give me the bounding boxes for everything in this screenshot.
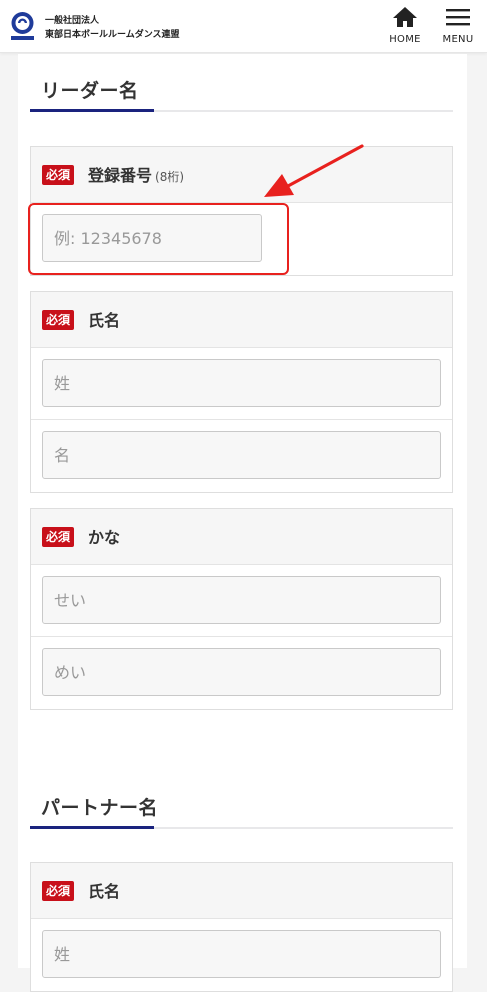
partner-name-field: 必須 氏名 [30, 862, 453, 992]
home-label: HOME [389, 34, 421, 45]
title-underline-accent [30, 109, 154, 112]
leader-section-title-text: リーダー名 [41, 80, 139, 102]
partner-name-header: 必須 氏名 [31, 863, 452, 919]
partner-name-label: 氏名 [88, 882, 121, 901]
leader-name-field: 必須 氏名 [30, 291, 453, 493]
required-badge: 必須 [42, 527, 75, 547]
partner-section-title-text: パートナー名 [41, 797, 159, 819]
leader-surname-kana-row [31, 565, 452, 637]
required-badge: 必須 [42, 310, 75, 330]
site-header: 一般社団法人 東部日本ボールルームダンス連盟 HOME MENU [0, 0, 487, 53]
leader-kana-field: 必須 かな [30, 508, 453, 710]
partner-section-title: パートナー名 [30, 771, 453, 829]
org-line2: 東部日本ボールルームダンス連盟 [45, 30, 180, 40]
registration-number-header: 必須 登録番号 (8桁) [31, 147, 452, 203]
title-underline-accent [30, 826, 154, 829]
organization-name[interactable]: 一般社団法人 東部日本ボールルームダンス連盟 [45, 14, 180, 42]
home-icon [393, 7, 417, 27]
leader-surname-row [31, 348, 452, 420]
leader-given-kana-input[interactable] [42, 648, 441, 696]
leader-surname-input[interactable] [42, 359, 441, 407]
leader-given-kana-row [31, 637, 452, 709]
home-button[interactable]: HOME [380, 6, 430, 48]
menu-label: MENU [442, 34, 474, 45]
leader-kana-label: かな [88, 528, 121, 547]
menu-button[interactable]: MENU [433, 6, 483, 48]
leader-section-title: リーダー名 [30, 54, 453, 112]
hamburger-menu-icon [446, 9, 470, 26]
registration-number-label-text: 登録番号 [88, 166, 153, 185]
leader-name-header: 必須 氏名 [31, 292, 452, 348]
partner-surname-input[interactable] [42, 930, 441, 978]
leader-given-name-input[interactable] [42, 431, 441, 479]
required-badge: 必須 [42, 165, 75, 185]
partner-surname-row [31, 919, 452, 991]
required-badge: 必須 [42, 881, 75, 901]
leader-given-name-row [31, 420, 452, 492]
annotation-highlight-box [28, 203, 289, 275]
federation-logo-icon[interactable] [9, 11, 36, 41]
leader-kana-header: 必須 かな [31, 509, 452, 565]
org-line1: 一般社団法人 [45, 16, 100, 26]
form-content: リーダー名 必須 登録番号(8桁) 必須 氏名 必須 かな [18, 54, 467, 992]
annotation-arrow-icon [264, 144, 364, 197]
leader-name-label: 氏名 [88, 311, 121, 330]
leader-surname-kana-input[interactable] [42, 576, 441, 624]
digit-hint: (8桁) [155, 170, 185, 184]
registration-number-label: 登録番号 (8桁) [88, 162, 184, 186]
